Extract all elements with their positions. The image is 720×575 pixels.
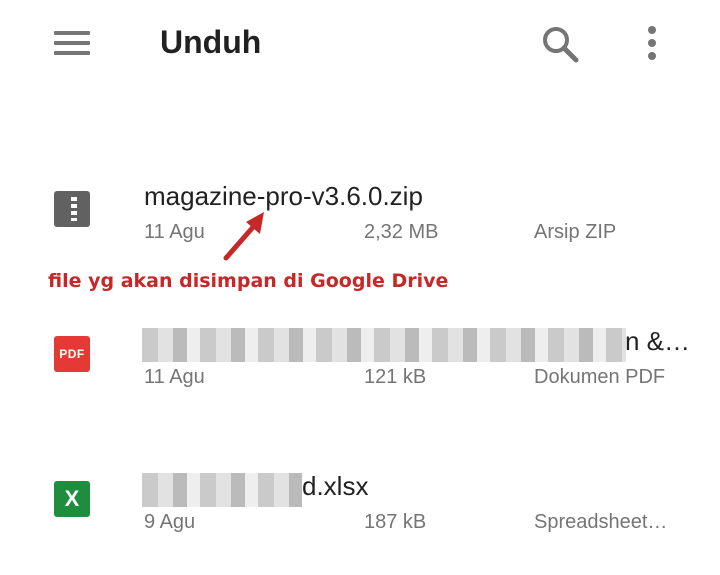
search-icon[interactable]: [540, 24, 580, 64]
file-date: 11 Agu: [144, 221, 205, 243]
file-date: 11 Agu: [144, 366, 205, 388]
file-row-zip[interactable]: magazine-pro-v3.6.0.zip 11 Agu 2,32 MB A…: [0, 165, 720, 285]
file-date: 9 Agu: [144, 511, 196, 533]
pdf-icon: PDF: [54, 336, 90, 372]
file-size: 121 kB: [364, 366, 427, 388]
more-vert-icon[interactable]: [642, 24, 662, 64]
app-bar: Unduh: [0, 0, 720, 92]
file-size: 187 kB: [364, 511, 427, 533]
file-row-pdf[interactable]: PDF n &… 11 Agu 121 kB Dokumen PDF: [0, 310, 720, 430]
file-type: Spreadsheet…: [534, 511, 668, 533]
file-row-xlsx[interactable]: X d.xlsx 9 Agu 187 kB Spreadsheet…: [0, 455, 720, 575]
blurred-name-mask: [142, 328, 626, 362]
blurred-name-mask: [142, 473, 302, 507]
annotation-text: file yg akan disimpan di Google Drive: [48, 270, 449, 292]
file-size: 2,32 MB: [364, 221, 439, 243]
zip-icon: [54, 191, 90, 227]
annotation-arrow-icon: [223, 212, 264, 261]
page-title: Unduh: [160, 24, 262, 60]
hamburger-menu-icon[interactable]: [54, 29, 90, 57]
excel-icon: X: [54, 481, 90, 517]
file-type: Dokumen PDF: [534, 366, 666, 388]
file-type: Arsip ZIP: [534, 221, 617, 243]
